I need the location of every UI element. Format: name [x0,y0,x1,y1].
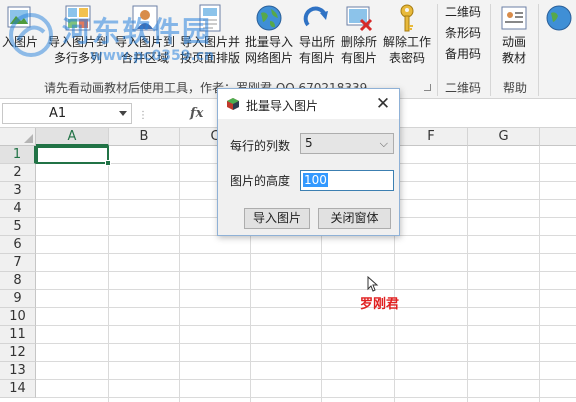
row-header[interactable]: 10 [0,308,36,326]
fill-handle[interactable] [105,160,111,166]
ribbon-button-import-to-grid[interactable]: 导入图片到 多行多列 [44,0,112,76]
column-header-b[interactable]: B [109,128,180,146]
columns-per-row-select[interactable]: 5 ⌵ [300,133,394,154]
row-header[interactable]: 14 [0,380,36,398]
column-header-partial[interactable] [540,128,576,146]
group-separator [437,4,438,96]
batch-import-dialog: 批量导入图片 ✕ 每行的列数 5 ⌵ 图片的高度 100 导入图片 关闭窗体 [217,88,400,236]
row-header[interactable]: 2 [0,164,36,182]
row-header[interactable]: 4 [0,200,36,218]
group-label-help: 帮助 [503,81,528,95]
backup-code-button[interactable]: 备用码 [445,44,481,64]
dialog-title: 批量导入图片 [246,99,319,113]
row-header[interactable]: 8 [0,272,36,290]
grid-line [36,379,576,380]
grid-import-icon [63,3,93,33]
grid-line [36,289,576,290]
group-label-qr: 二维码 [445,81,482,95]
row-header[interactable]: 9 [0,290,36,308]
page-layout-icon [195,3,225,33]
row-header[interactable]: 5 [0,218,36,236]
row-header[interactable]: 13 [0,362,36,380]
import-images-button[interactable]: 导入图片 [244,208,310,229]
row-header[interactable]: 1 [0,146,36,164]
dialog-titlebar[interactable]: 批量导入图片 ✕ [218,89,399,119]
row-header[interactable]: 6 [0,236,36,254]
column-header-a[interactable]: A [36,128,109,146]
insert-function-button[interactable]: fx [190,106,203,121]
cell-annotation: 罗刚君 [360,297,400,312]
ribbon-button-batch-web-images[interactable]: 批量导入 网络图片 [242,0,296,76]
grid-line [108,146,109,402]
key-icon [392,3,422,33]
grid-line [467,146,468,402]
export-arrow-icon [302,3,332,33]
grid-line [36,307,576,308]
image-import-icon [5,3,35,33]
ribbon: 入图片 导入图片到 多行多列 导入图片到 合并区域 导入图片并 按页面排版 批量… [0,0,576,99]
merge-import-icon [130,3,160,33]
delete-image-icon [344,3,374,33]
ribbon-button-delete-all[interactable]: 删除所 有图片 [338,0,380,76]
app-cube-icon [226,97,240,111]
close-icon[interactable]: ✕ [373,94,393,114]
column-header-g[interactable]: G [468,128,540,146]
row-header[interactable]: 12 [0,344,36,362]
close-window-button[interactable]: 关闭窗体 [318,208,391,229]
group-separator [538,4,539,96]
ribbon-button-import-page-layout[interactable]: 导入图片并 按页面排版 [178,0,242,76]
grid-line [36,253,576,254]
grid-line [36,397,576,398]
grid-line [36,271,576,272]
ribbon-button-remove-sheet-password[interactable]: 解除工作 表密码 [380,0,434,76]
columns-per-row-label: 每行的列数 [230,139,291,153]
video-tutorial-icon [499,3,529,33]
column-header-f[interactable]: F [395,128,468,146]
ribbon-button-partial[interactable] [542,0,576,76]
row-header[interactable]: 11 [0,326,36,344]
grid-line [179,146,180,402]
grid-line [36,343,576,344]
ribbon-button-tutorial[interactable]: 动画 教材 [494,0,534,76]
globe-icon [254,3,284,33]
ribbon-button-import-image[interactable]: 入图片 [0,0,40,76]
name-box[interactable]: A1 [2,103,132,124]
grid-line [539,146,540,402]
image-height-label: 图片的高度 [230,174,291,188]
select-all-corner[interactable] [0,128,36,146]
active-cell-a1[interactable] [36,146,111,166]
image-height-input[interactable]: 100 [300,170,394,191]
dialog-launcher-icon[interactable] [424,84,431,91]
formula-bar-grip-icon[interactable]: ⋮ [138,110,149,121]
grid-line [36,361,576,362]
ribbon-button-import-to-merged[interactable]: 导入图片到 合并区域 [112,0,178,76]
row-header[interactable]: 3 [0,182,36,200]
globe-icon [544,3,574,33]
row-header[interactable]: 7 [0,254,36,272]
chevron-down-icon[interactable] [119,111,127,116]
qr-code-button[interactable]: 二维码 [445,2,481,22]
chevron-down-icon[interactable]: ⌵ [380,137,388,151]
group-separator [490,4,491,96]
barcode-button[interactable]: 条形码 [445,23,481,43]
ribbon-button-export-all[interactable]: 导出所 有图片 [296,0,338,76]
grid-line [36,325,576,326]
